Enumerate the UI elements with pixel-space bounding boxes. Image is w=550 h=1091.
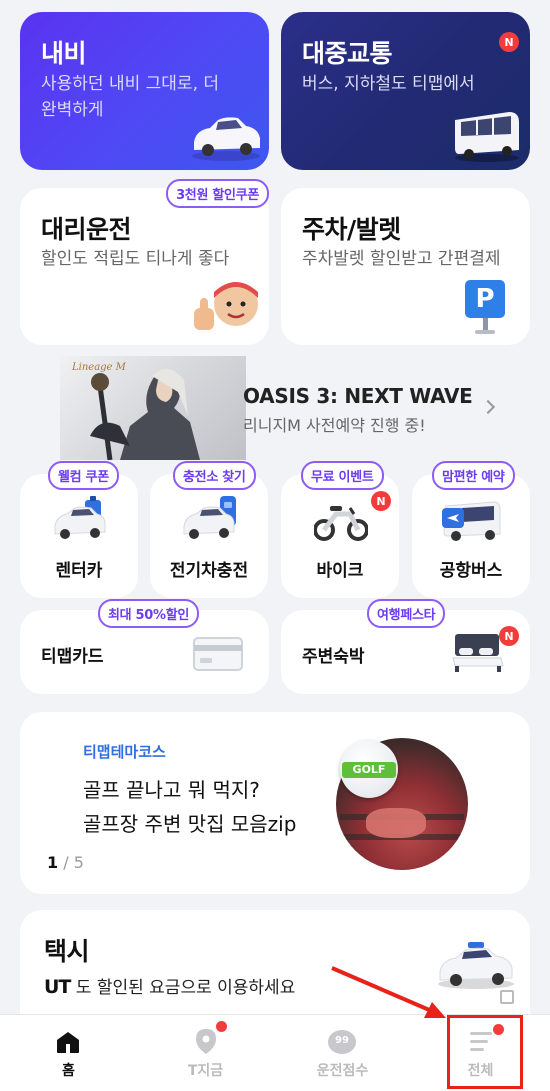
bus-icon xyxy=(455,112,519,162)
golf-ball-icon: GOLF xyxy=(340,740,398,798)
service-tag: 충전소 찾기 xyxy=(173,461,256,490)
golf-label: GOLF xyxy=(342,762,396,778)
bed-icon xyxy=(452,634,504,672)
service-tag: 웰컴 쿠폰 xyxy=(48,461,119,490)
page-current: 1 xyxy=(47,853,59,872)
navi-title: 내비 xyxy=(41,39,87,68)
transit-card[interactable]: 대중교통 버스, 지하철도 티맵에서 N xyxy=(281,12,530,170)
location-pin-icon xyxy=(196,1029,216,1054)
promo-category: 티맵테마코스 xyxy=(83,743,166,761)
nav-label: 홈 xyxy=(62,1063,75,1079)
designated-driver-card[interactable]: 대리운전 할인도 적립도 티나게 좋다 3천원 할인쿠폰 xyxy=(20,179,269,345)
driver-title: 대리운전 xyxy=(41,215,132,244)
service-tag: 맘편한 예약 xyxy=(432,461,515,490)
credit-card-icon xyxy=(193,637,243,671)
ev-charger-icon xyxy=(183,496,236,539)
theme-course-card[interactable]: 티맵테마코스 골프 끝나고 뭐 먹지? 골프장 주변 맛집 모음zip 1 / … xyxy=(20,712,530,894)
nav-tnow[interactable]: T지금 xyxy=(137,1016,274,1091)
transit-title: 대중교통 xyxy=(302,39,393,68)
parking-sign-icon: P xyxy=(465,280,505,334)
rental-car-icon xyxy=(54,496,106,539)
navi-subtitle-2: 완벽하게 xyxy=(41,100,104,120)
ut-logo: UT xyxy=(44,976,71,998)
warrior-illustration xyxy=(90,368,200,460)
service-label: 바이크 xyxy=(316,561,364,581)
banner-image: Lineage M xyxy=(60,356,246,460)
page-total: / 5 xyxy=(63,853,84,872)
promo-line-1: 골프 끝나고 뭐 먹지? xyxy=(83,778,260,802)
new-badge: N xyxy=(371,491,391,511)
thumbs-up-person-icon xyxy=(194,282,258,330)
chevron-right-icon xyxy=(480,399,496,415)
bike-card[interactable]: 무료 이벤트 N 바이크 xyxy=(281,461,399,598)
coupon-tag: 3천원 할인쿠폰 xyxy=(166,179,269,208)
taxi-subtitle: 도 할인된 요금으로 이용하세요 xyxy=(75,978,296,998)
new-badge: N xyxy=(499,32,519,52)
airport-bus-icon xyxy=(442,501,501,541)
tmap-card-label: 티맵카드 xyxy=(41,647,104,667)
score-value: 99 xyxy=(335,1035,349,1046)
banner-title: OASIS 3: NEXT WAVE xyxy=(243,384,473,408)
service-tag: 무료 이벤트 xyxy=(301,461,384,490)
festival-tag: 여행페스타 xyxy=(367,599,446,628)
external-link-icon xyxy=(500,990,514,1004)
car-icon xyxy=(192,117,260,161)
transit-subtitle: 버스, 지하철도 티맵에서 xyxy=(302,74,475,94)
service-label: 렌터카 xyxy=(55,561,103,581)
driver-subtitle: 할인도 적립도 티나게 좋다 xyxy=(41,249,230,269)
nav-home[interactable]: 홈 xyxy=(0,1016,137,1091)
nav-label: 운전점수 xyxy=(316,1063,369,1079)
lineage-banner[interactable]: Lineage M OASIS 3: NEXT WAVE 리니지M 사전예약 진… xyxy=(0,356,550,460)
tmap-card-card[interactable]: 최대 50%할인 티맵카드 xyxy=(20,599,269,694)
parking-title: 주차/발렛 xyxy=(302,215,401,244)
discount-tag: 최대 50%할인 xyxy=(98,599,200,628)
nearby-lodging-card[interactable]: 여행페스타 주변숙박 N xyxy=(281,599,530,694)
rental-car-card[interactable]: 웰컴 쿠폰 렌터카 xyxy=(20,461,138,598)
notification-dot xyxy=(216,1021,227,1032)
banner-subtitle: 리니지M 사전예약 진행 중! xyxy=(243,416,426,435)
navi-subtitle-1: 사용하던 내비 그대로, 더 xyxy=(41,74,220,94)
nav-driving-score[interactable]: 99 운전점수 xyxy=(274,1016,411,1091)
page-indicator: 1 / 5 xyxy=(47,853,84,872)
ev-charging-card[interactable]: 충전소 찾기 전기차충전 xyxy=(150,461,268,598)
bike-icon xyxy=(314,506,368,541)
annotation-arrow xyxy=(331,966,446,1018)
taxi-title: 택시 xyxy=(44,937,90,966)
lodging-label: 주변숙박 xyxy=(302,647,365,667)
taxi-subtitle-row: UT 도 할인된 요금으로 이용하세요 xyxy=(44,973,295,998)
parking-sign-letter: P xyxy=(465,280,505,318)
nav-label: T지금 xyxy=(187,1063,224,1079)
home-icon xyxy=(57,1032,79,1053)
highlight-box xyxy=(447,1015,523,1089)
service-label: 전기차충전 xyxy=(169,561,249,581)
score-gauge-icon: 99 xyxy=(328,1030,356,1054)
airport-bus-card[interactable]: 맘편한 예약 공항버스 xyxy=(412,461,530,598)
service-label: 공항버스 xyxy=(439,561,503,581)
navi-card[interactable]: 내비 사용하던 내비 그대로, 더 완벽하게 xyxy=(20,12,269,170)
parking-subtitle: 주차발렛 할인받고 간편결제 xyxy=(302,249,501,269)
parking-valet-card[interactable]: 주차/발렛 주차발렛 할인받고 간편결제 P xyxy=(281,188,530,345)
promo-line-2: 골프장 주변 맛집 모음zip xyxy=(83,812,297,836)
